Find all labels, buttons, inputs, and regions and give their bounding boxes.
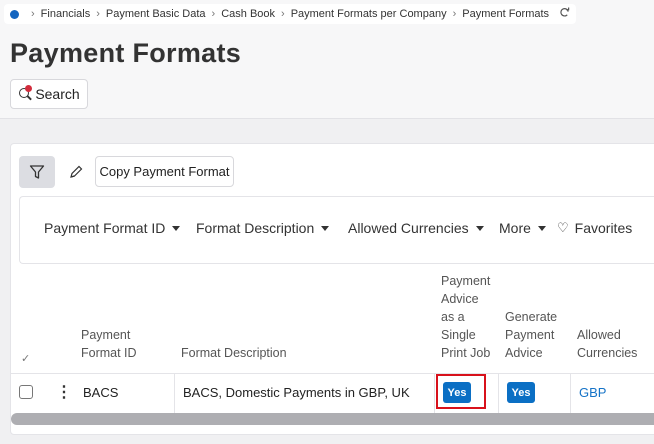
header-line: Advice bbox=[441, 292, 479, 306]
chevron-right-icon: › bbox=[31, 8, 35, 20]
header-line: Payment bbox=[441, 274, 491, 288]
header-divider bbox=[0, 118, 654, 119]
page-header: › Financials › Payment Basic Data › Cash… bbox=[0, 0, 654, 118]
edit-button[interactable] bbox=[63, 158, 89, 186]
column-option-more[interactable]: More bbox=[499, 220, 546, 236]
generate-advice-badge: Yes bbox=[507, 382, 535, 403]
chevron-right-icon: › bbox=[281, 8, 285, 20]
column-option-label: Payment Format ID bbox=[44, 220, 166, 236]
filter-button[interactable] bbox=[19, 156, 55, 188]
header-line: Advice bbox=[505, 346, 543, 360]
caret-down-icon bbox=[172, 225, 181, 231]
search-button-label: Search bbox=[35, 86, 80, 102]
cell-divider bbox=[434, 374, 435, 413]
pencil-icon bbox=[70, 165, 83, 178]
chevron-right-icon: › bbox=[211, 8, 216, 20]
heart-icon: ♡ bbox=[557, 220, 569, 235]
cell-divider bbox=[498, 374, 499, 413]
breadcrumb-item-payment-formats-per-company[interactable]: Payment Formats per Company bbox=[291, 8, 447, 20]
header-line: Payment bbox=[505, 328, 555, 342]
caret-down-icon bbox=[537, 225, 546, 231]
header-line: Format ID bbox=[81, 346, 137, 360]
column-option-label: More bbox=[499, 220, 531, 236]
select-all-check-icon[interactable]: ✓ bbox=[21, 352, 30, 365]
header-advice-single-print-job[interactable]: Payment Advice as a Single Print Job bbox=[441, 272, 490, 362]
header-payment-format-id[interactable]: Payment Format ID bbox=[81, 326, 137, 362]
header-line: Generate bbox=[505, 310, 558, 324]
cell-format-description: BACS, Domestic Payments in GBP, UK bbox=[183, 385, 410, 400]
table-header: Payment Format ID Format Description Pay… bbox=[11, 269, 654, 373]
favorites-button[interactable]: ♡ Favorites bbox=[557, 220, 632, 236]
cell-divider bbox=[570, 374, 571, 413]
search-icon bbox=[18, 85, 33, 101]
cell-divider bbox=[174, 374, 175, 413]
breadcrumb-item-payment-basic-data[interactable]: Payment Basic Data bbox=[106, 8, 206, 20]
breadcrumb-item-financials[interactable]: Financials bbox=[41, 8, 91, 20]
horizontal-scrollbar[interactable] bbox=[11, 413, 654, 425]
favorites-label: Favorites bbox=[574, 220, 633, 236]
breadcrumb-item-cash-book[interactable]: Cash Book bbox=[221, 8, 275, 20]
header-format-description[interactable]: Format Description bbox=[181, 344, 287, 362]
breadcrumb-item-payment-formats: Payment Formats bbox=[462, 8, 550, 20]
header-line: Currencies bbox=[577, 346, 638, 360]
header-line: Payment bbox=[81, 328, 131, 342]
header-line: as a bbox=[441, 310, 465, 324]
cell-payment-format-id: BACS bbox=[83, 385, 119, 400]
home-dot-icon[interactable] bbox=[10, 9, 19, 19]
column-option-payment-format-id[interactable]: Payment Format ID bbox=[44, 220, 181, 236]
column-option-label: Allowed Currencies bbox=[348, 220, 469, 236]
column-option-allowed-currencies[interactable]: Allowed Currencies bbox=[348, 220, 484, 236]
header-line: Single bbox=[441, 328, 476, 342]
caret-down-icon bbox=[321, 225, 330, 231]
kebab-menu-icon[interactable]: ⋮ bbox=[56, 382, 72, 402]
breadcrumb: › Financials › Payment Basic Data › Cash… bbox=[4, 4, 577, 24]
header-allowed-currencies[interactable]: Allowed Currencies bbox=[577, 326, 637, 362]
page-title: Payment Formats bbox=[10, 38, 242, 68]
payment-formats-list-panel: Copy Payment Format Payment Format ID Fo… bbox=[10, 143, 654, 435]
column-selector-bar: Payment Format ID Format Description All… bbox=[19, 196, 654, 264]
caret-down-icon bbox=[475, 225, 484, 231]
copy-payment-format-button[interactable]: Copy Payment Format bbox=[95, 156, 234, 187]
column-option-format-description[interactable]: Format Description bbox=[196, 220, 330, 236]
notification-dot bbox=[25, 85, 33, 92]
chevron-right-icon: › bbox=[96, 8, 100, 20]
header-line: Allowed bbox=[577, 328, 621, 342]
filter-icon bbox=[29, 165, 45, 179]
highlight-box bbox=[436, 374, 486, 409]
header-generate-payment-advice[interactable]: Generate Payment Advice bbox=[505, 308, 557, 362]
row-checkbox[interactable] bbox=[19, 385, 33, 399]
table-row[interactable]: ⋮ BACS BACS, Domestic Payments in GBP, U… bbox=[11, 374, 654, 413]
cell-allowed-currencies[interactable]: GBP bbox=[579, 385, 606, 400]
header-line: Print Job bbox=[441, 346, 491, 360]
chevron-right-icon: › bbox=[452, 8, 457, 20]
search-button[interactable]: Search bbox=[10, 79, 88, 109]
refresh-icon[interactable] bbox=[559, 7, 570, 21]
column-option-label: Format Description bbox=[196, 220, 315, 236]
